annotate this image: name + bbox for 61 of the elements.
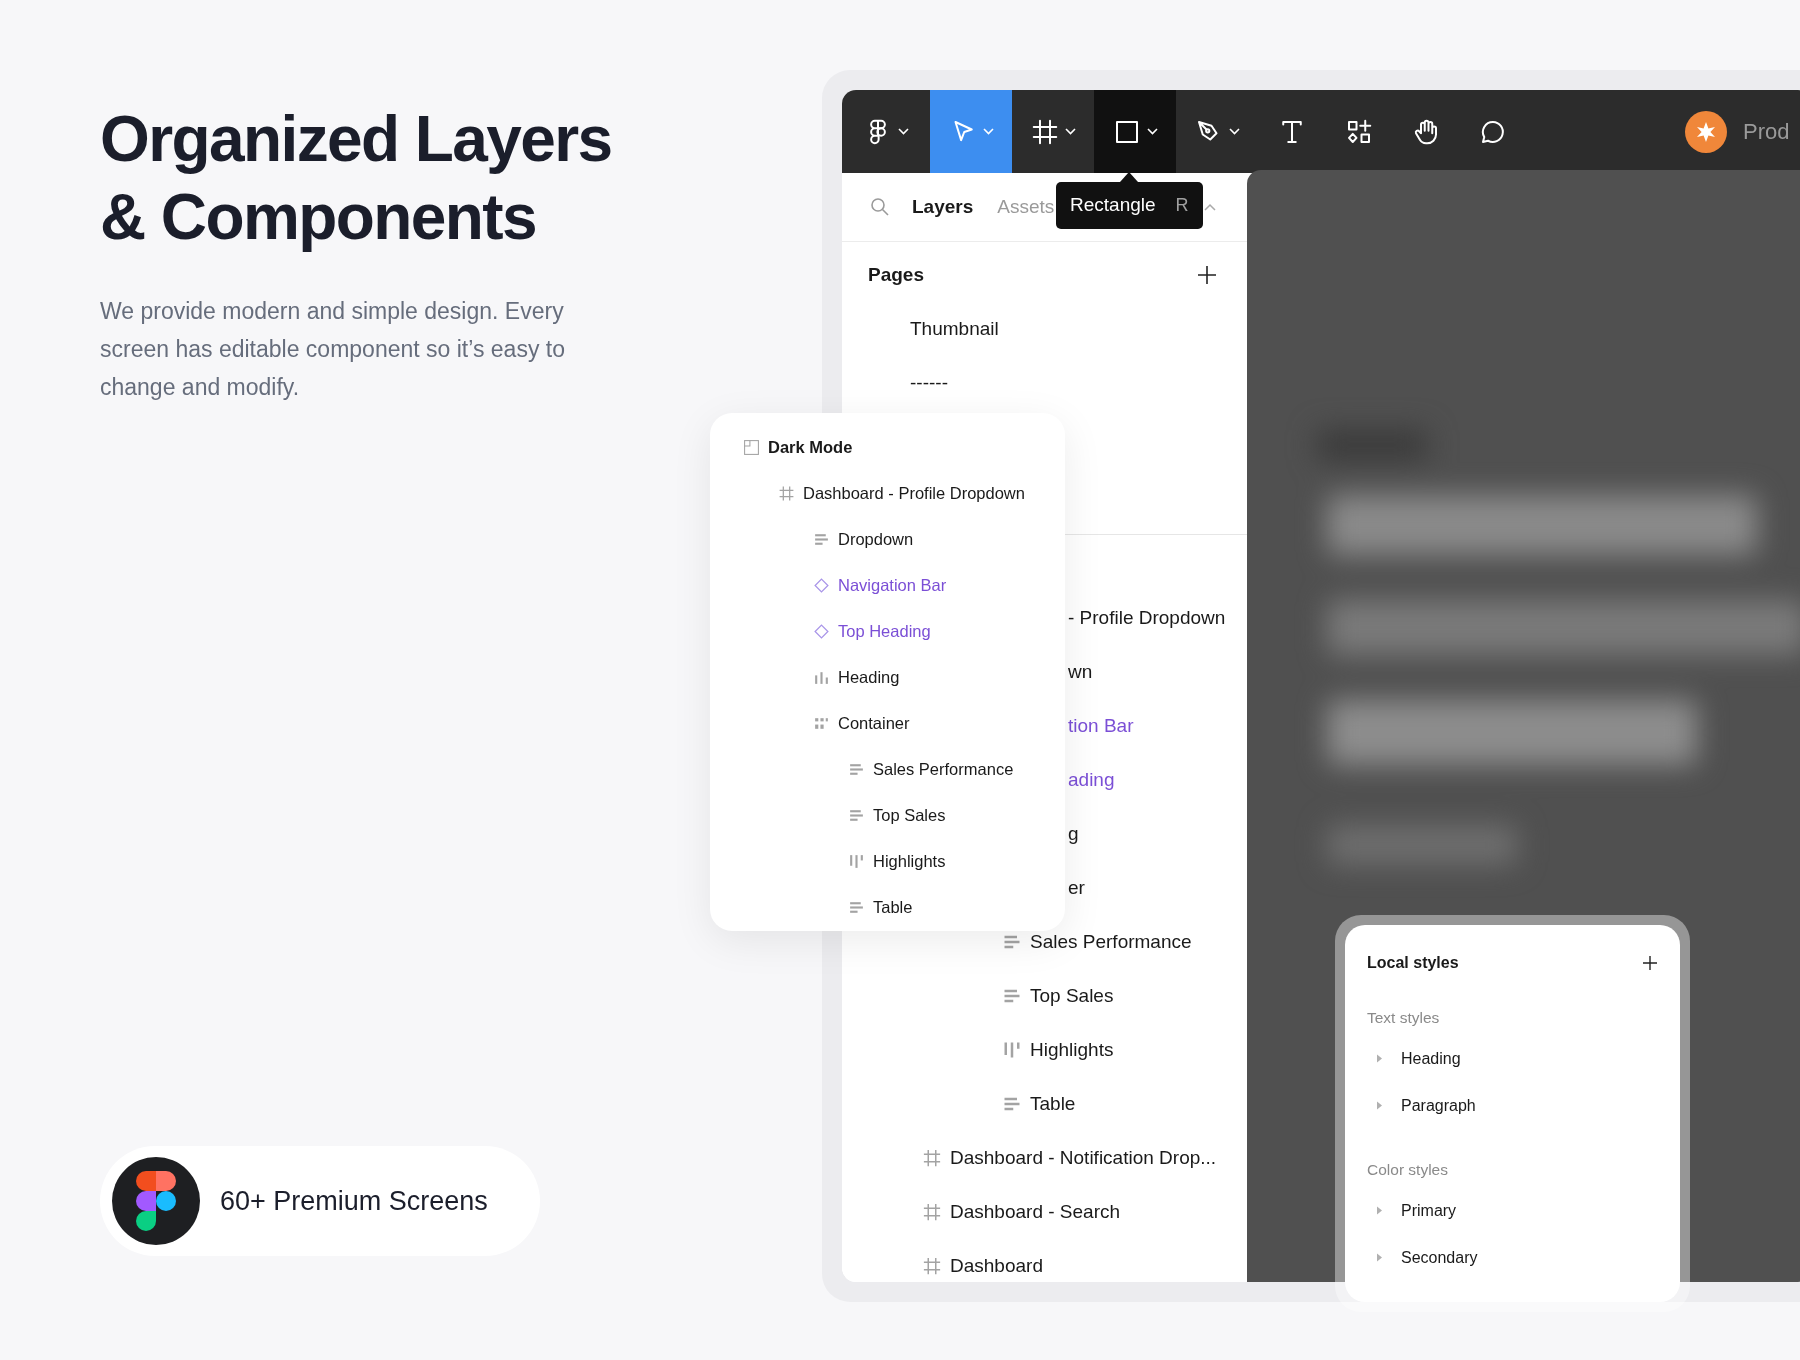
file-name: Prod: [1743, 118, 1790, 146]
page-heading: Organized Layers & Components: [100, 102, 612, 255]
local-styles-heading: Local styles: [1367, 953, 1459, 973]
style-group-heading: Color styles: [1367, 1160, 1448, 1181]
layer-item[interactable]: Dashboard - Profile Dropdown: [803, 480, 1025, 506]
layer-item[interactable]: Top Heading: [838, 618, 931, 644]
layer-item[interactable]: er: [1068, 873, 1085, 903]
layer-item[interactable]: Dashboard - Notification Drop...: [950, 1143, 1217, 1173]
panel-tab[interactable]: Layers: [912, 192, 974, 222]
toolbar-tool-button[interactable]: [1094, 90, 1176, 173]
pages-heading: Pages: [868, 262, 924, 287]
layer-item[interactable]: Heading: [838, 664, 900, 690]
layer-item[interactable]: Dropdown: [838, 526, 914, 552]
chevron-down-icon: [983, 128, 994, 135]
layer-item[interactable]: - Profile Dropdown: [1068, 603, 1226, 633]
layer-item[interactable]: Sales Performance: [1030, 927, 1192, 957]
layer-item[interactable]: Navigation Bar: [838, 572, 947, 598]
badge-label: 60+ Premium Screens: [220, 1184, 488, 1218]
frame-icon: [922, 1148, 942, 1168]
layer-item[interactable]: Top Sales: [1030, 981, 1114, 1011]
add-style-button[interactable]: [1642, 955, 1658, 971]
frame-icon: [778, 484, 795, 502]
layer-item[interactable]: Top Sales: [873, 802, 946, 828]
layer-item[interactable]: Container: [838, 710, 910, 736]
description-paragraph: We provide modern and simple design. Every screen has editable component so it’s easy to change and modify.: [100, 297, 566, 402]
layer-item[interactable]: Dark Mode: [768, 434, 853, 460]
add-page-button[interactable]: [1197, 265, 1217, 285]
diamond-icon: [813, 622, 830, 640]
star-avatar-icon: [1685, 110, 1727, 153]
page-icon: [743, 438, 760, 456]
layer-item[interactable]: Highlights: [1030, 1035, 1114, 1065]
layer-item[interactable]: Dashboard - Search: [950, 1197, 1121, 1227]
chevron-down-icon: [1229, 128, 1240, 135]
style-item[interactable]: Primary: [1401, 1198, 1457, 1223]
layer-item[interactable]: wn: [1068, 657, 1093, 687]
diamond-icon: [813, 576, 830, 594]
style-item[interactable]: Secondary: [1401, 1245, 1478, 1270]
layer-item[interactable]: Sales Performance: [873, 756, 1014, 782]
chevron-down-icon: [898, 128, 909, 135]
shortcut-key: R: [1175, 192, 1189, 219]
search-icon[interactable]: [870, 197, 890, 217]
layer-item[interactable]: Highlights: [873, 848, 946, 874]
style-item[interactable]: Paragraph: [1401, 1093, 1476, 1118]
style-group-heading: Text styles: [1367, 1008, 1440, 1029]
layer-item[interactable]: ading: [1068, 765, 1115, 795]
page-item[interactable]: Thumbnail: [910, 314, 999, 344]
layer-item[interactable]: Table: [1030, 1089, 1076, 1119]
chevron-down-icon: [1065, 128, 1076, 135]
layer-item[interactable]: Table: [873, 894, 913, 920]
frame-icon: [922, 1256, 942, 1276]
chevron-down-icon: [1147, 128, 1158, 135]
layer-item[interactable]: g: [1068, 819, 1079, 849]
layer-item[interactable]: tion Bar: [1068, 711, 1134, 741]
frame-icon: [922, 1202, 942, 1222]
tooltip-label: Rectangle: [1070, 193, 1156, 218]
bars-icon: [848, 852, 865, 870]
figma-logo-icon: [112, 1157, 200, 1245]
style-item[interactable]: Heading: [1401, 1046, 1461, 1071]
layer-item[interactable]: Dashboard: [950, 1251, 1043, 1281]
bars-icon: [1002, 1040, 1022, 1060]
page-item[interactable]: ------: [910, 368, 948, 398]
